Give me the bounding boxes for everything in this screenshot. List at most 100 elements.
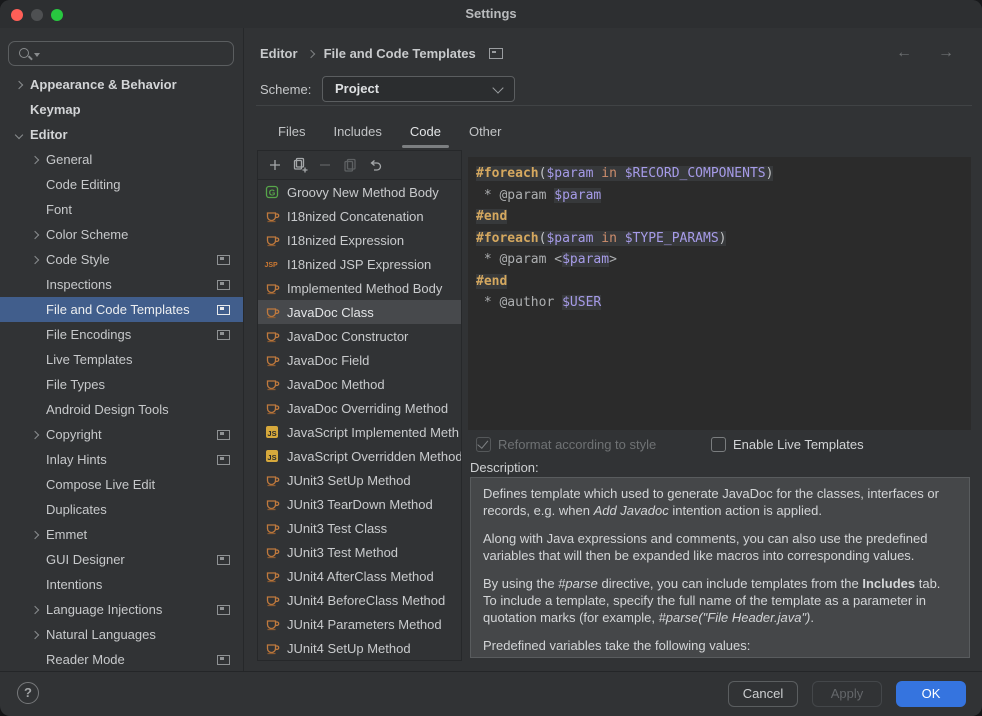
description-paragraph: By using the #parse directive, you can i…: [483, 575, 957, 626]
chevron-right-icon[interactable]: [26, 601, 44, 619]
template-item-i18nized-jsp-expression[interactable]: JSPI18nized JSP Expression: [258, 252, 461, 276]
sidebar-item-keymap[interactable]: Keymap: [0, 97, 243, 122]
description-panel[interactable]: Defines template which used to generate …: [470, 477, 970, 658]
sidebar-item-color-scheme[interactable]: Color Scheme: [0, 222, 243, 247]
groovy-file-icon: G: [264, 184, 280, 200]
template-list: GGroovy New Method Body I18nized Concaten…: [258, 180, 461, 660]
sidebar-item-live-templates[interactable]: Live Templates: [0, 347, 243, 372]
chevron-right-icon[interactable]: [26, 526, 44, 544]
svg-text:G: G: [269, 187, 276, 197]
template-item-junit4-beforeclass-method[interactable]: JUnit4 BeforeClass Method: [258, 588, 461, 612]
code-line: #end: [476, 271, 963, 293]
ok-button[interactable]: OK: [896, 681, 966, 707]
reformat-checkbox[interactable]: [476, 437, 491, 452]
sidebar-item-label: File Encodings: [46, 327, 131, 342]
sidebar-item-label: Live Templates: [46, 352, 132, 367]
template-item-javadoc-constructor[interactable]: JavaDoc Constructor: [258, 324, 461, 348]
sidebar-item-label: File and Code Templates: [46, 302, 190, 317]
sidebar-item-emmet[interactable]: Emmet: [0, 522, 243, 547]
template-item-junit3-teardown-method[interactable]: JUnit3 TearDown Method: [258, 492, 461, 516]
template-item-groovy-new-method-body[interactable]: GGroovy New Method Body: [258, 180, 461, 204]
chevron-spacer: [26, 201, 44, 219]
back-button[interactable]: ←: [896, 44, 912, 62]
sidebar-item-compose-live-edit[interactable]: Compose Live Edit: [0, 472, 243, 497]
window-title: Settings: [0, 0, 982, 28]
template-item-label: I18nized Concatenation: [287, 209, 424, 224]
tab-code[interactable]: Code: [396, 118, 455, 148]
sidebar-item-file-and-code-templates[interactable]: File and Code Templates: [0, 297, 243, 322]
template-item-javascript-overridden-method[interactable]: JSJavaScript Overridden Method: [258, 444, 461, 468]
template-item-junit4-parameters-method[interactable]: JUnit4 Parameters Method: [258, 612, 461, 636]
template-item-label: JavaScript Overridden Method: [287, 449, 461, 464]
sidebar-item-intentions[interactable]: Intentions: [0, 572, 243, 597]
chevron-right-icon[interactable]: [26, 426, 44, 444]
revert-template-button[interactable]: [362, 154, 387, 176]
help-button[interactable]: ?: [17, 682, 39, 704]
template-list-panel: GGroovy New Method Body I18nized Concaten…: [257, 150, 462, 661]
tab-includes[interactable]: Includes: [319, 118, 395, 148]
chevron-spacer: [26, 376, 44, 394]
template-item-i18nized-concatenation[interactable]: I18nized Concatenation: [258, 204, 461, 228]
chevron-spacer: [26, 176, 44, 194]
java-file-icon: [264, 304, 280, 320]
chevron-right-icon[interactable]: [26, 626, 44, 644]
enable-live-templates-checkbox[interactable]: [711, 437, 726, 452]
sidebar-item-file-encodings[interactable]: File Encodings: [0, 322, 243, 347]
chevron-right-icon[interactable]: [26, 226, 44, 244]
sidebar-item-general[interactable]: General: [0, 147, 243, 172]
sidebar-item-natural-languages[interactable]: Natural Languages: [0, 622, 243, 647]
chevron-down-icon[interactable]: [10, 126, 28, 144]
sidebar-item-file-types[interactable]: File Types: [0, 372, 243, 397]
sidebar-item-reader-mode[interactable]: Reader Mode: [0, 647, 243, 672]
template-item-junit4-afterclass-method[interactable]: JUnit4 AfterClass Method: [258, 564, 461, 588]
java-file-icon: [264, 208, 280, 224]
template-item-junit4-setup-method[interactable]: JUnit4 SetUp Method: [258, 636, 461, 660]
template-item-javadoc-method[interactable]: JavaDoc Method: [258, 372, 461, 396]
sidebar-item-duplicates[interactable]: Duplicates: [0, 497, 243, 522]
settings-search-input[interactable]: [8, 41, 234, 66]
sidebar-item-android-design-tools[interactable]: Android Design Tools: [0, 397, 243, 422]
apply-button[interactable]: Apply: [812, 681, 882, 707]
java-file-icon: [264, 376, 280, 392]
sidebar-item-gui-designer[interactable]: GUI Designer: [0, 547, 243, 572]
sidebar-item-language-injections[interactable]: Language Injections: [0, 597, 243, 622]
tab-other[interactable]: Other: [455, 118, 516, 148]
template-item-javascript-implemented-meth[interactable]: JSJavaScript Implemented Meth: [258, 420, 461, 444]
add-template-button[interactable]: [262, 154, 287, 176]
tab-files[interactable]: Files: [264, 118, 319, 148]
template-item-javadoc-field[interactable]: JavaDoc Field: [258, 348, 461, 372]
template-item-junit3-test-method[interactable]: JUnit3 Test Method: [258, 540, 461, 564]
chevron-right-icon[interactable]: [26, 251, 44, 269]
template-item-javadoc-class[interactable]: JavaDoc Class: [258, 300, 461, 324]
separator: [256, 105, 972, 106]
svg-text:JSP: JSP: [265, 262, 279, 269]
search-options-caret-icon[interactable]: [34, 53, 40, 57]
chevron-right-icon[interactable]: [10, 76, 28, 94]
template-item-javadoc-overriding-method[interactable]: JavaDoc Overriding Method: [258, 396, 461, 420]
java-file-icon: [264, 592, 280, 608]
sidebar-item-copyright[interactable]: Copyright: [0, 422, 243, 447]
sidebar-item-code-editing[interactable]: Code Editing: [0, 172, 243, 197]
sidebar-item-editor[interactable]: Editor: [0, 122, 243, 147]
scheme-selected-value: Project: [335, 77, 379, 101]
sidebar-item-label: Reader Mode: [46, 652, 125, 667]
scheme-select[interactable]: Project: [322, 76, 515, 102]
template-item-junit3-test-class[interactable]: JUnit3 Test Class: [258, 516, 461, 540]
template-item-label: JUnit4 SetUp Method: [287, 641, 411, 656]
scheme-label: Scheme:: [260, 77, 311, 102]
breadcrumb-item-editor[interactable]: Editor: [260, 46, 298, 61]
template-editor[interactable]: #foreach($param in $RECORD_COMPONENTS) *…: [468, 157, 971, 430]
sidebar-item-code-style[interactable]: Code Style: [0, 247, 243, 272]
chevron-right-icon[interactable]: [26, 151, 44, 169]
duplicate-template-button[interactable]: [287, 154, 312, 176]
sidebar-item-inlay-hints[interactable]: Inlay Hints: [0, 447, 243, 472]
sidebar-item-appearance-behavior[interactable]: Appearance & Behavior: [0, 72, 243, 97]
java-file-icon: [264, 280, 280, 296]
template-item-i18nized-expression[interactable]: I18nized Expression: [258, 228, 461, 252]
sidebar-item-inspections[interactable]: Inspections: [0, 272, 243, 297]
cancel-button[interactable]: Cancel: [728, 681, 798, 707]
template-item-junit3-setup-method[interactable]: JUnit3 SetUp Method: [258, 468, 461, 492]
forward-button[interactable]: →: [938, 44, 954, 62]
sidebar-item-font[interactable]: Font: [0, 197, 243, 222]
template-item-implemented-method-body[interactable]: Implemented Method Body: [258, 276, 461, 300]
